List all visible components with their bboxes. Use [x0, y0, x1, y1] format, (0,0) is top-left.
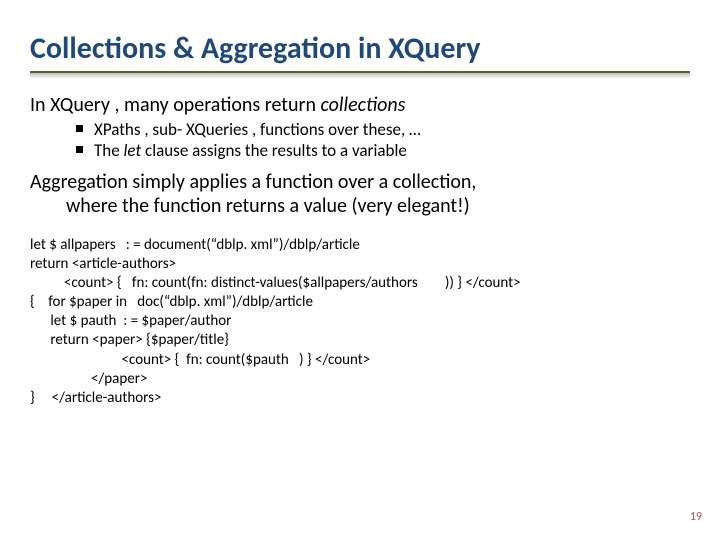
code-line: </paper>: [30, 370, 690, 389]
slide: Collections & Aggregation in XQuery In X…: [0, 0, 720, 540]
code-line: return <article-authors>: [30, 255, 690, 274]
code-line: <count> { fn: count(fn: distinct-values(…: [30, 274, 690, 293]
code-line: return <paper> {$paper/title}: [30, 331, 690, 350]
code-line: { for $paper in doc(“dblp. xml”)/dblp/ar…: [30, 293, 690, 312]
list-item: The let clause assigns the results to a …: [76, 140, 690, 161]
intro-text: In XQuery , many operations return: [30, 93, 321, 117]
agg-line1: Aggregation simply applies a function ov…: [30, 170, 476, 194]
rule-shadow: [30, 73, 690, 79]
aggregation-paragraph: Aggregation simply applies a function ov…: [30, 170, 690, 218]
list-item: XPaths , sub- XQueries , functions over …: [76, 119, 690, 140]
intro-emphasis: collections: [321, 93, 406, 117]
bullet-list: XPaths , sub- XQueries , functions over …: [30, 119, 690, 162]
code-line: let $ pauth : = $paper/author: [30, 312, 690, 331]
agg-line2: where the function returns a value (very…: [30, 194, 690, 218]
code-block: let $ allpapers : = document(“dblp. xml”…: [30, 236, 690, 409]
bullet-text-em: let: [124, 140, 142, 161]
body-text: In XQuery , many operations return colle…: [30, 93, 690, 408]
bullet-text-a: The: [94, 140, 124, 161]
bullet-text-c: clause assigns the results to a variable: [141, 140, 407, 161]
intro-line: In XQuery , many operations return colle…: [30, 93, 690, 117]
slide-number: 19: [690, 510, 702, 524]
slide-title: Collections & Aggregation in XQuery: [30, 30, 690, 67]
code-line: <count> { fn: count($pauth ) } </count>: [30, 351, 690, 370]
code-line: } </article-authors>: [30, 389, 690, 408]
title-underline: [30, 71, 690, 79]
bullet-text: XPaths , sub- XQueries , functions over …: [94, 119, 421, 140]
code-line: let $ allpapers : = document(“dblp. xml”…: [30, 236, 690, 255]
